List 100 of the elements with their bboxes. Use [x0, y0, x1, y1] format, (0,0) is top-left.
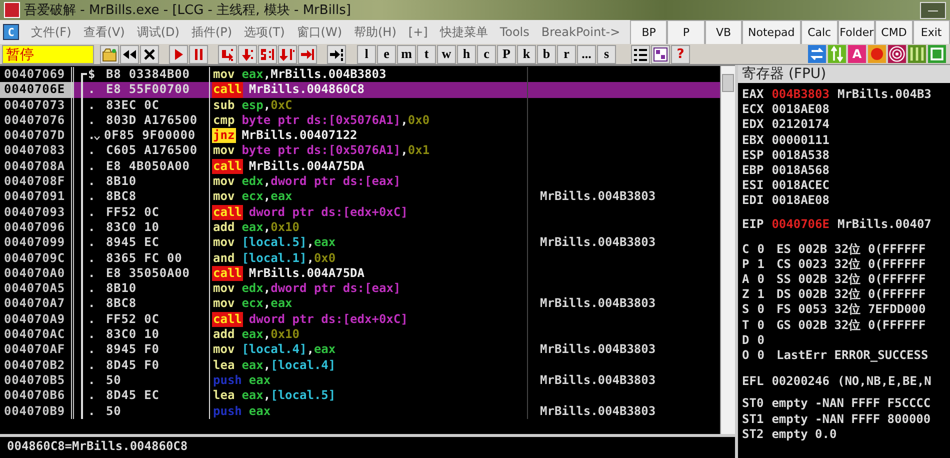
disassembly-row[interactable]: 004070B9 . 50 push eax MrBills.004B3803	[0, 404, 720, 419]
hex-cell: 8D45 EC	[106, 388, 160, 404]
register-name: EDI	[742, 193, 764, 208]
target-icon[interactable]	[888, 45, 906, 63]
trace-into-icon[interactable]	[258, 44, 277, 64]
mnemonic: call	[212, 266, 243, 282]
hex-cell: 0F85 9F00000	[104, 128, 196, 144]
toolbar-letter-button[interactable]: h	[457, 44, 476, 64]
bars-icon[interactable]	[908, 45, 926, 63]
toolbar-letter-button[interactable]: ...	[577, 44, 596, 64]
hex-cell: E8 4B050A00	[106, 158, 190, 174]
square-icon[interactable]	[928, 45, 946, 63]
mnemonic: lea	[212, 358, 236, 373]
plugin-button[interactable]: Calc	[800, 20, 838, 44]
mnemonic: mov	[212, 143, 236, 159]
menu-item[interactable]: 帮助(H)	[348, 20, 402, 44]
step-over-icon[interactable]	[238, 44, 257, 64]
flag-detail: SS 002B 32位 0(FFFFFF	[776, 272, 926, 288]
mnemonic: mov	[212, 174, 236, 190]
plugin-button[interactable]: Exit	[912, 20, 950, 44]
marker-text: .	[88, 404, 96, 419]
plugin-button[interactable]: Notepad	[742, 20, 801, 44]
swap-arrows-icon[interactable]	[808, 45, 826, 63]
menu-item[interactable]: [+]	[402, 20, 434, 44]
toolbar-letter-button[interactable]: s	[597, 44, 616, 64]
address-cell: 00407073	[0, 98, 74, 113]
help-button[interactable]: ?	[671, 44, 690, 64]
plugin-button[interactable]: P	[667, 20, 705, 44]
marker-text: .	[88, 342, 96, 358]
toolbar-letter-button[interactable]: l	[357, 44, 376, 64]
menu-item[interactable]: 文件(F)	[25, 20, 78, 44]
toolbar-letter-button[interactable]: t	[417, 44, 436, 64]
menu-item[interactable]: 快捷菜单	[434, 20, 494, 44]
marker-text: .	[88, 388, 96, 404]
play-icon[interactable]	[169, 44, 188, 64]
marker-text: .	[88, 296, 96, 312]
register-name: EFL	[742, 374, 764, 390]
hex-cell: 8365 FC 00	[106, 250, 182, 266]
close-icon[interactable]	[140, 44, 159, 64]
list-icon[interactable]	[631, 44, 650, 64]
hex-cell: B8 03384B00	[106, 67, 190, 82]
plugin-button[interactable]: VB	[704, 20, 742, 44]
marker-text: .	[88, 158, 96, 174]
marker-text: .	[88, 266, 96, 282]
fpu-register-value: empty -NAN FFFF 800000	[772, 412, 931, 427]
flag-name: A	[742, 272, 750, 288]
menu-item[interactable]: 调试(D)	[130, 20, 186, 44]
mnemonic: mov	[212, 235, 236, 251]
marker-text: .	[88, 327, 96, 342]
up-down-arrows-icon[interactable]	[828, 45, 846, 63]
marker-text: .	[88, 220, 96, 236]
hex-cell: 803D A176500	[106, 112, 198, 128]
toolbar-letter-button[interactable]: b	[537, 44, 556, 64]
step-into-icon[interactable]	[218, 44, 237, 64]
minimize-button[interactable]: —	[920, 2, 946, 18]
letter-a-button[interactable]: A	[848, 45, 866, 63]
toolbar-letter-button[interactable]: r	[557, 44, 576, 64]
operand-text: byte ptr ds:[0x5076A1],0x0	[242, 112, 430, 128]
toolbar-letter-button[interactable]: m	[397, 44, 416, 64]
plugin-button[interactable]: Folder	[838, 20, 876, 44]
scrollbar[interactable]	[720, 66, 735, 434]
toolbar-letter-button[interactable]: c	[477, 44, 496, 64]
mnemonic: mov	[212, 281, 236, 296]
flag-detail: FS 0053 32位 7EFDD000	[776, 302, 926, 318]
rewind-icon[interactable]	[120, 44, 139, 64]
toolbar-letter-button[interactable]: w	[437, 44, 456, 64]
registers-header: 寄存器 (FPU)	[738, 65, 950, 83]
plugin-button[interactable]: BP	[630, 20, 668, 44]
dot-icon[interactable]	[868, 45, 886, 63]
mnemonic: mov	[212, 342, 236, 358]
toolbar-letter-button[interactable]: P	[497, 44, 516, 64]
mnemonic: add	[212, 220, 236, 236]
register-value: 02120174	[772, 117, 830, 133]
comment-text: MrBills.004B3803	[540, 404, 656, 418]
operand-text: ecx,eax	[242, 296, 292, 312]
marker-text: .	[88, 250, 96, 266]
register-name: EDX	[742, 117, 764, 133]
operand-text: [local.4],eax	[242, 342, 336, 358]
plugin-button[interactable]: CMD	[875, 20, 913, 44]
menu-item[interactable]: 查看(V)	[77, 20, 131, 44]
hex-cell: FF52 0C	[106, 204, 160, 220]
address-cell: 00407069	[0, 67, 74, 82]
flag-detail: DS 002B 32位 0(FFFFFF	[776, 287, 926, 302]
register-name: EIP	[742, 216, 764, 232]
disassembly-row[interactable]: 0040706E . E8 55F00700 call MrBills.004860C8	[0, 82, 720, 98]
toolbar-letter-button[interactable]: k	[517, 44, 536, 64]
operand-text: byte ptr ds:[0x5076A1],0x1	[242, 143, 430, 159]
menu-item[interactable]: 选项(T)	[238, 20, 291, 44]
folder-icon[interactable]	[100, 44, 119, 64]
grid-icon[interactable]	[651, 44, 670, 64]
trace-over-icon[interactable]	[278, 44, 297, 64]
menu-item[interactable]: BreakPoint->	[535, 20, 626, 44]
menu-item[interactable]: Tools	[494, 20, 536, 44]
menu-item[interactable]: 插件(P)	[185, 20, 238, 44]
operand-text: eax	[248, 404, 271, 419]
flag-value: 0	[757, 332, 764, 348]
pause-icon[interactable]	[189, 44, 208, 64]
toolbar-letter-button[interactable]: e	[377, 44, 396, 64]
menu-item[interactable]: 窗口(W)	[290, 20, 348, 44]
operand-text: eax,0x10	[242, 220, 300, 236]
